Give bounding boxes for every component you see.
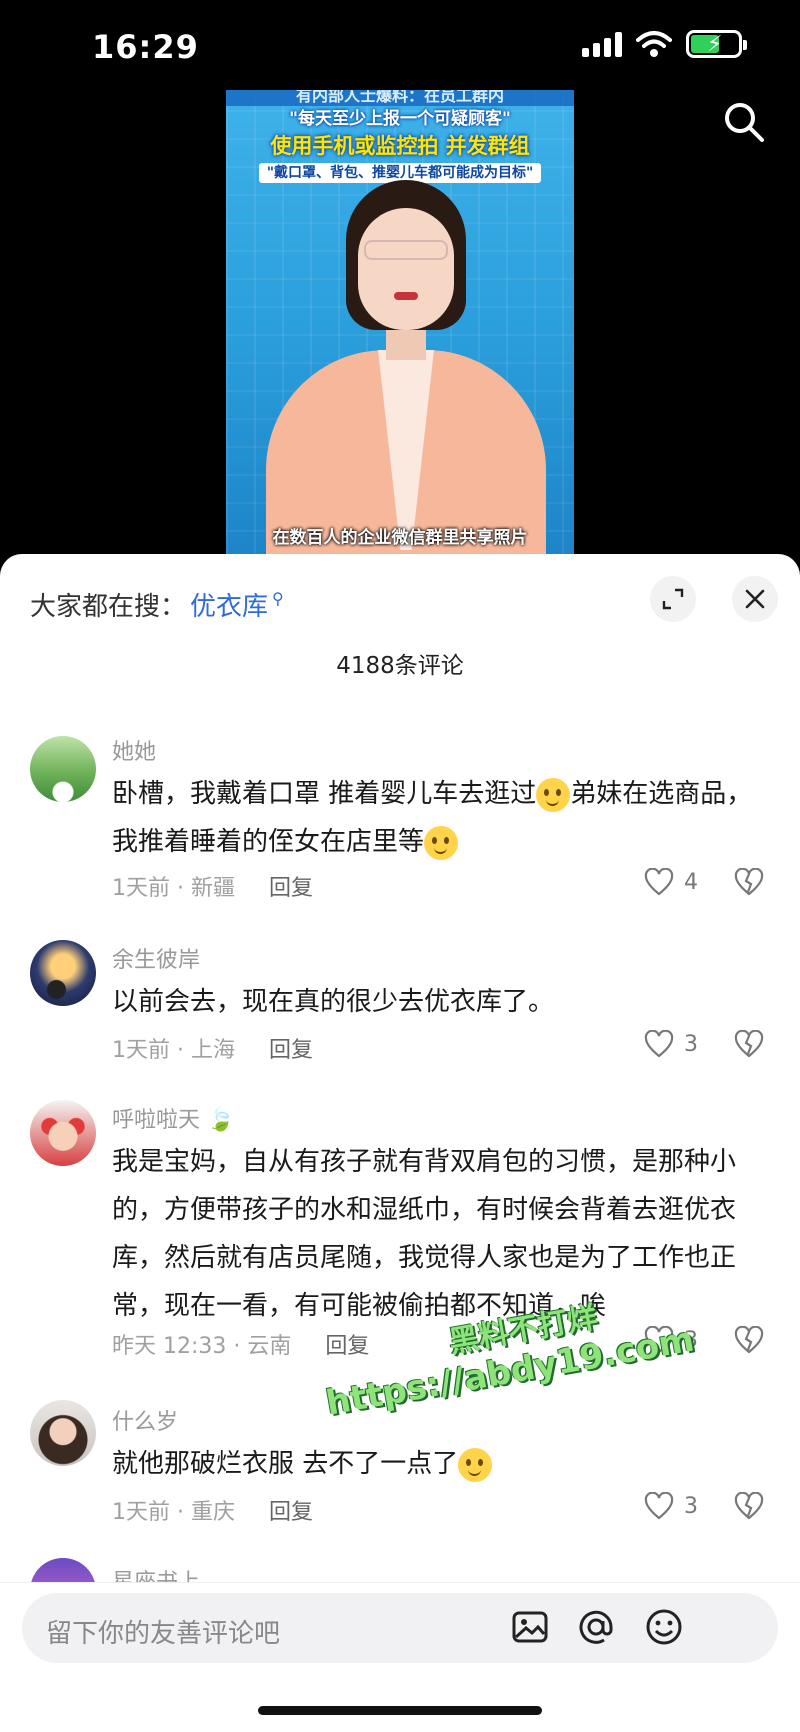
heart-icon: [644, 1326, 674, 1354]
battery-charging-icon: ⚡: [686, 30, 747, 58]
trending-search: 大家都在搜： 优衣库 ⚲: [30, 586, 284, 623]
comment-meta: 昨天 12:33 · 云南 回复: [112, 1328, 369, 1360]
dislike-button[interactable]: [734, 1325, 764, 1358]
broken-heart-icon: [734, 1029, 764, 1058]
reply-button[interactable]: 回复: [269, 1032, 313, 1064]
video-background: 有内部人士爆料：在员工群内 "每天至少上报一个可疑顾客" 使用手机或监控拍 并发…: [0, 90, 800, 560]
comment-input-placeholder: 留下你的友善评论吧: [46, 1619, 281, 1649]
cellular-signal-icon: [582, 31, 622, 57]
news-presenter: [256, 180, 546, 560]
like-count: 4: [684, 869, 698, 895]
status-time: 16:29: [92, 28, 199, 66]
search-icon[interactable]: [722, 100, 766, 144]
close-button[interactable]: [732, 576, 778, 622]
comment-time-location: 1天前 · 重庆: [112, 1500, 235, 1525]
comment-meta: 1天前 · 新疆 回复: [112, 870, 313, 902]
comment-username[interactable]: 余生彼岸: [112, 942, 200, 974]
status-icons: ⚡: [582, 30, 747, 58]
broken-heart-icon: [734, 1325, 764, 1354]
comment-text: 就他那破烂衣服 去不了一点了: [112, 1440, 762, 1488]
emoji-picker-icon[interactable]: [644, 1607, 684, 1647]
comment-time-location: 昨天 12:33 · 云南: [112, 1334, 292, 1359]
expand-icon: [662, 588, 684, 610]
broken-heart-icon: [734, 1491, 764, 1520]
leaf-badge-icon: 🍃: [207, 1108, 235, 1133]
dislike-button[interactable]: [734, 867, 764, 900]
comment-text: 卧槽，我戴着口罩 推着婴儿车去逛过 弟妹在选商品，我推着睡着的侄女在店里等: [112, 770, 762, 866]
emoji-thinking-icon: [424, 825, 459, 860]
comment-count: 4188条评论: [336, 653, 464, 679]
comment-time-location: 1天前 · 上海: [112, 1038, 235, 1063]
image-icon[interactable]: [510, 1607, 550, 1647]
reply-button[interactable]: 回复: [269, 1494, 313, 1526]
comments-sheet: 大家都在搜： 优衣库 ⚲ 4188条评论 她她 卧槽，我戴着口罩 推着婴儿车去逛…: [0, 554, 800, 1732]
like-count: 3: [684, 1493, 698, 1519]
avatar[interactable]: [30, 940, 96, 1006]
like-button[interactable]: 3: [644, 1030, 698, 1058]
like-button[interactable]: 3: [644, 1492, 698, 1520]
avatar[interactable]: [30, 736, 96, 802]
heart-icon: [644, 868, 674, 896]
wifi-icon: [636, 31, 672, 57]
trending-label: 大家都在搜：: [30, 592, 187, 622]
comment-username: 呼啦啦天 🍃: [112, 1102, 234, 1134]
comment-time-location: 1天前 · 新疆: [112, 876, 235, 901]
reply-button[interactable]: 回复: [325, 1328, 369, 1360]
close-icon: [745, 589, 765, 609]
video-caption-line3: "戴口罩、背包、推婴儿车都可能成为目标": [226, 162, 574, 183]
dislike-button[interactable]: [734, 1029, 764, 1062]
comment-meta: 1天前 · 重庆 回复: [112, 1494, 313, 1526]
news-video-frame[interactable]: 有内部人士爆料：在员工群内 "每天至少上报一个可疑顾客" 使用手机或监控拍 并发…: [226, 90, 574, 560]
avatar[interactable]: [30, 1100, 96, 1166]
like-button[interactable]: 3: [644, 1326, 698, 1354]
like-count: 3: [684, 1327, 698, 1353]
like-count: 3: [684, 1031, 698, 1057]
mention-icon[interactable]: [576, 1607, 616, 1647]
comment-username[interactable]: 什么岁: [112, 1404, 178, 1436]
comment-input[interactable]: 留下你的友善评论吧: [22, 1593, 778, 1663]
avatar[interactable]: [30, 1400, 96, 1466]
broken-heart-icon: [734, 867, 764, 896]
small-search-icon: ⚲: [272, 589, 284, 608]
video-subtitle: 在数百人的企业微信群里共享照片: [272, 528, 528, 548]
comment-text: 以前会去，现在真的很少去优衣库了。: [112, 987, 555, 1017]
dislike-button[interactable]: [734, 1491, 764, 1524]
heart-icon: [644, 1030, 674, 1058]
home-indicator[interactable]: [258, 1706, 542, 1715]
video-caption-line2: 使用手机或监控拍 并发群组: [270, 134, 530, 158]
comment-meta: 1天前 · 上海 回复: [112, 1032, 313, 1064]
comment-username[interactable]: 她她: [112, 734, 156, 766]
comment-username-text[interactable]: 呼啦啦天: [112, 1108, 200, 1133]
heart-icon: [644, 1492, 674, 1520]
reply-button[interactable]: 回复: [269, 870, 313, 902]
like-button[interactable]: 4: [644, 868, 698, 896]
comment-text: 我是宝妈，自从有孩子就有背双肩包的习惯，是那种小的，方便带孩子的水和湿纸巾，有时…: [112, 1147, 737, 1321]
emoji-rolleyes-icon: [536, 777, 571, 812]
trending-keyword-link[interactable]: 优衣库: [190, 586, 268, 623]
emoji-smile-icon: [458, 1447, 493, 1482]
expand-button[interactable]: [650, 576, 696, 622]
video-caption-line1: "每天至少上报一个可疑顾客": [289, 109, 511, 129]
status-bar: 16:29 ⚡: [0, 0, 800, 90]
